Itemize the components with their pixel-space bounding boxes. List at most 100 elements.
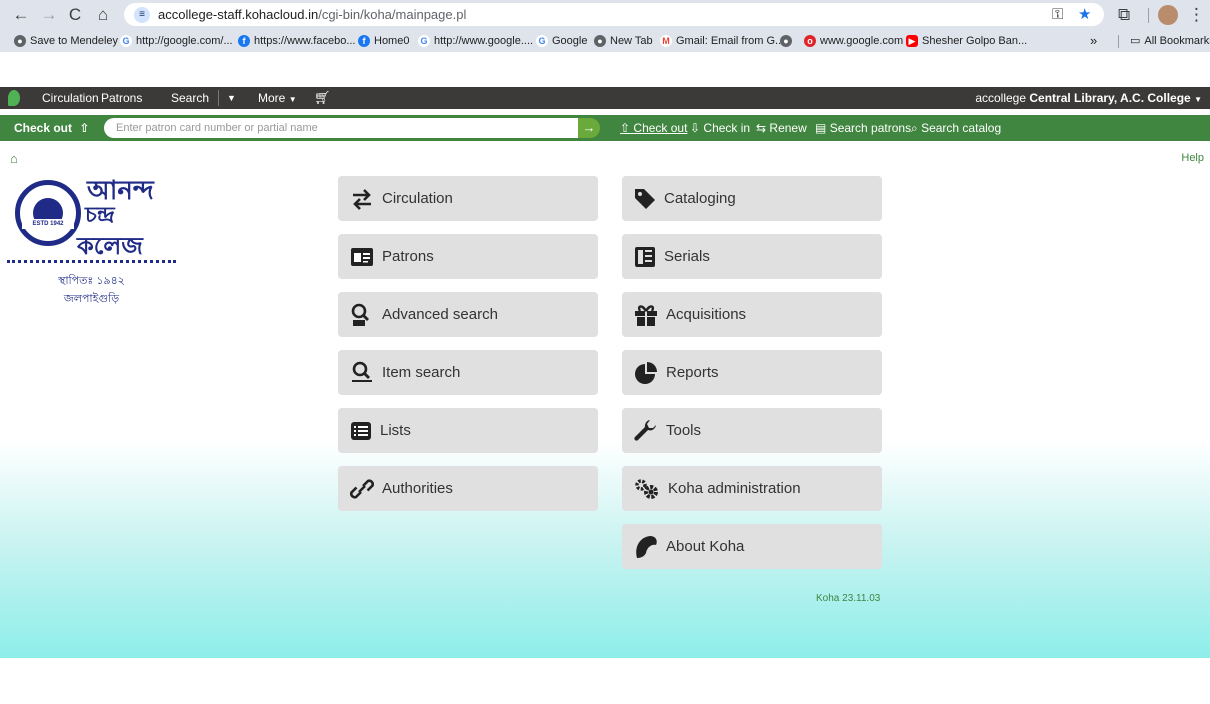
bookmark-item[interactable]: G http://google.com/... [120, 33, 233, 49]
bookmark-item[interactable]: ● Save to Mendeley [14, 33, 118, 49]
address-bar[interactable]: ≡ accollege-staff.kohacloud.in/cgi-bin/k… [124, 3, 1104, 26]
exchange-arrows-icon [353, 188, 371, 210]
bookmark-item[interactable]: ▶ Shesher Golpo Ban... [906, 33, 1027, 49]
bookmark-item[interactable]: f https://www.facebo... [238, 33, 356, 49]
circulation-tile[interactable]: Circulation [338, 176, 598, 221]
link-icon [350, 478, 374, 499]
submit-arrow-icon[interactable]: → [578, 118, 600, 138]
all-bookmarks[interactable]: ▭ All Bookmarks [1130, 33, 1210, 49]
college-logo: ESTD 1942 আনন্দ চন্দ্র কলেজ স্থাপিতঃ ১৯৪… [7, 175, 176, 313]
serials-tile[interactable]: Serials [622, 234, 882, 279]
url-host: accollege-staff.kohacloud.in [158, 7, 319, 22]
koha-administration-tile[interactable]: Koha administration [622, 466, 882, 511]
back-icon[interactable]: ← [10, 4, 32, 26]
about-koha-tile[interactable]: About Koha [622, 524, 882, 569]
checkout-link[interactable]: ⇧ Check out [620, 119, 687, 137]
tools-tile[interactable]: Tools [622, 408, 882, 453]
patrons-tile[interactable]: Patrons [338, 234, 598, 279]
id-card-icon [351, 247, 373, 266]
checkin-link[interactable]: ⇩ Check in [690, 119, 750, 137]
bookmark-item[interactable]: ● [780, 33, 792, 49]
logo-place: জলপাইগুড়ি [63, 293, 120, 305]
patron-search-input[interactable] [104, 118, 578, 138]
site-info-icon[interactable]: ≡ [134, 7, 150, 23]
bookmark-star-icon[interactable]: ★ [1078, 3, 1091, 26]
authorities-tile[interactable]: Authorities [338, 466, 598, 511]
bookmark-item[interactable]: ● New Tab [594, 33, 653, 49]
library-name: Central Library, A.C. College [1029, 91, 1191, 105]
bookmark-label: Google [552, 35, 588, 47]
profile-avatar[interactable] [1158, 5, 1178, 25]
bookmark-item[interactable]: G http://www.google.... [418, 33, 533, 49]
menu-kebab-icon[interactable]: ⋮ [1188, 4, 1205, 26]
nav-search[interactable]: Search [171, 87, 209, 109]
upload-icon: ⇧ [79, 121, 90, 135]
bookmarks-overflow[interactable]: » [1090, 33, 1097, 49]
item-search-tile[interactable]: Item search [338, 350, 598, 395]
toolbar-divider [1148, 8, 1149, 23]
list-icon [351, 421, 371, 440]
authorities-label: Authorities [382, 480, 453, 497]
koha-logo-icon[interactable] [8, 90, 20, 106]
serials-label: Serials [664, 248, 710, 265]
renew-link[interactable]: ⇆ Renew [756, 119, 807, 137]
checkout-tab[interactable]: Check out ⇧ [6, 117, 97, 139]
cataloging-tile[interactable]: Cataloging [622, 176, 882, 221]
download-icon: ⇩ [690, 121, 701, 135]
forward-icon[interactable]: → [38, 4, 60, 26]
globe-icon: ● [594, 35, 606, 47]
acquisitions-tile[interactable]: Acquisitions [622, 292, 882, 337]
globe-icon: ● [780, 35, 792, 47]
password-key-icon[interactable]: ⚿ [1052, 3, 1063, 26]
reload-icon[interactable]: C [64, 4, 86, 26]
search-patrons-link[interactable]: ▤ Search patrons [815, 119, 911, 137]
bookmark-item[interactable]: G Google [536, 33, 587, 49]
chevron-down-icon: ▼ [1194, 95, 1202, 104]
advanced-search-icon [351, 303, 369, 326]
seal-text: ESTD 1942 [22, 219, 74, 229]
bookmark-label: Home0 [374, 35, 410, 47]
newspaper-icon [635, 246, 655, 267]
nav-circulation[interactable]: Circulation [42, 87, 99, 109]
bookmark-item[interactable]: o www.google.com [804, 33, 903, 49]
pie-chart-icon [635, 361, 657, 384]
google-icon: G [418, 35, 430, 47]
id-card-icon: ▤ [815, 121, 827, 135]
gmail-icon: M [660, 35, 672, 47]
home-icon[interactable]: ⌂ [92, 4, 114, 26]
bookmark-item[interactable]: f Home0 [358, 33, 409, 49]
item-search-icon [352, 361, 372, 382]
lists-label: Lists [380, 422, 411, 439]
chevron-down-icon: ▼ [288, 95, 297, 104]
extensions-icon[interactable]: ⧉ [1118, 4, 1130, 26]
advanced-search-label: Advanced search [382, 306, 498, 323]
help-link[interactable]: Help [1181, 152, 1204, 164]
nav-more[interactable]: More ▼ [258, 87, 297, 109]
tools-label: Tools [666, 422, 702, 439]
upload-icon: ⇧ [620, 121, 631, 135]
bookmark-item[interactable]: M Gmail: Email from G... [660, 33, 784, 49]
browser-chrome: ← → C ⌂ ≡ accollege-staff.kohacloud.in/c… [0, 0, 1210, 52]
acquisitions-label: Acquisitions [666, 306, 747, 323]
nav-patrons[interactable]: Patrons [101, 87, 142, 109]
search-patrons-label: Search patrons [829, 121, 912, 135]
reports-tile[interactable]: Reports [622, 350, 882, 395]
cart-icon[interactable]: 🛒︎ [314, 87, 331, 109]
bookmarks-divider [1118, 35, 1119, 48]
search-catalog-link[interactable]: ⌕ Search catalog [911, 119, 1001, 137]
user-library-menu[interactable]: accollege Central Library, A.C. College … [975, 87, 1202, 109]
logo-dotted-divider [7, 260, 176, 266]
address-row: ← → C ⌂ ≡ accollege-staff.kohacloud.in/c… [0, 0, 1210, 30]
tag-icon [635, 188, 655, 209]
college-seal-icon: ESTD 1942 [15, 180, 81, 246]
nav-more-label: More [258, 91, 286, 105]
search-dropdown-caret-icon[interactable]: ▼ [227, 87, 236, 109]
koha-navbar: Circulation Patrons Search ▼ More ▼ 🛒︎ a… [0, 87, 1210, 109]
opera-icon: o [804, 35, 816, 47]
cataloging-label: Cataloging [664, 190, 736, 207]
youtube-icon: ▶ [906, 35, 918, 47]
facebook-icon: f [238, 35, 250, 47]
lists-tile[interactable]: Lists [338, 408, 598, 453]
advanced-search-tile[interactable]: Advanced search [338, 292, 598, 337]
home-breadcrumb-icon[interactable]: ⌂ [10, 151, 18, 166]
